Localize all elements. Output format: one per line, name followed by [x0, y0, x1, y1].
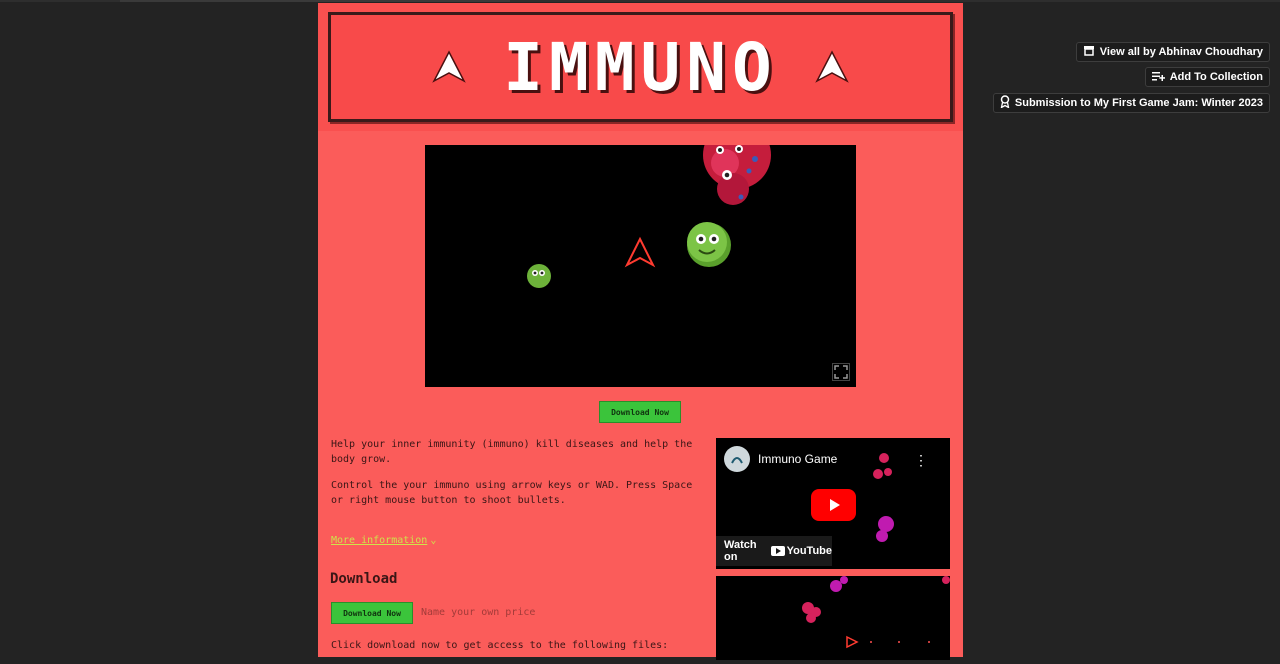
game-scene	[527, 121, 771, 288]
download-now-button-top[interactable]: Download Now	[599, 401, 681, 423]
fullscreen-icon[interactable]	[832, 363, 850, 381]
top-bar	[0, 0, 1280, 2]
small-virus-sprite	[527, 264, 551, 288]
title-banner: IMMUNO	[328, 12, 953, 122]
more-information-link[interactable]: More information ⌄	[331, 535, 436, 546]
more-vert-icon[interactable]: ⋮	[914, 452, 928, 469]
play-button[interactable]	[811, 489, 856, 521]
youtube-logo: YouTube	[770, 545, 832, 557]
youtube-icon	[770, 546, 785, 556]
arrow-ship-icon	[432, 50, 467, 83]
submission-label: Submission to My First Game Jam: Winter …	[1014, 97, 1263, 109]
ribbon-icon	[1000, 95, 1010, 111]
download-heading: Download	[330, 571, 398, 587]
game-canvas[interactable]	[425, 121, 856, 387]
channel-avatar[interactable]	[724, 446, 750, 472]
description-para-1: Help your inner immunity (immuno) kill d…	[331, 439, 693, 465]
youtube-embed[interactable]: Immuno Game ⋮ Watch on YouTube	[716, 438, 950, 569]
view-all-label: View all by Abhinav Choudhary	[1099, 46, 1263, 58]
add-collection-label: Add To Collection	[1169, 71, 1263, 83]
youtube-label: YouTube	[786, 545, 832, 557]
red-virus-sprite	[703, 121, 771, 205]
play-icon	[829, 499, 840, 511]
price-input[interactable]: Name your own price	[421, 607, 535, 618]
more-information-label: More information	[331, 535, 428, 546]
game-page: IMMUNO Download Now Help your inner immu…	[318, 3, 963, 660]
files-text: Click download now to get access to the …	[331, 640, 669, 651]
add-to-collection-button[interactable]: Add To Collection	[1144, 67, 1270, 87]
green-virus-sprite	[687, 222, 731, 267]
jam-submission-link[interactable]: Submission to My First Game Jam: Winter …	[992, 93, 1270, 113]
player-ship	[624, 236, 656, 268]
watch-on-label: Watch on	[724, 539, 757, 563]
arrow-ship-icon	[814, 50, 849, 83]
screenshot-thumbnail[interactable]	[716, 576, 950, 660]
download-now-button[interactable]: Download Now	[331, 602, 413, 624]
view-all-button[interactable]: View all by Abhinav Choudhary	[1075, 42, 1270, 62]
watch-on-youtube-button[interactable]: Watch on YouTube	[716, 536, 832, 566]
itchio-icon	[1083, 45, 1095, 59]
description-para-2: Control the your immuno using arrow keys…	[331, 480, 693, 506]
video-title[interactable]: Immuno Game	[758, 452, 837, 466]
game-title: IMMUNO	[503, 28, 778, 106]
chevron-down-icon: ⌄	[430, 535, 437, 546]
screenshot-scene	[802, 576, 950, 649]
playlist-add-icon	[1151, 71, 1166, 84]
page-header: IMMUNO	[318, 3, 963, 131]
description: Help your inner immunity (immuno) kill d…	[331, 437, 701, 519]
